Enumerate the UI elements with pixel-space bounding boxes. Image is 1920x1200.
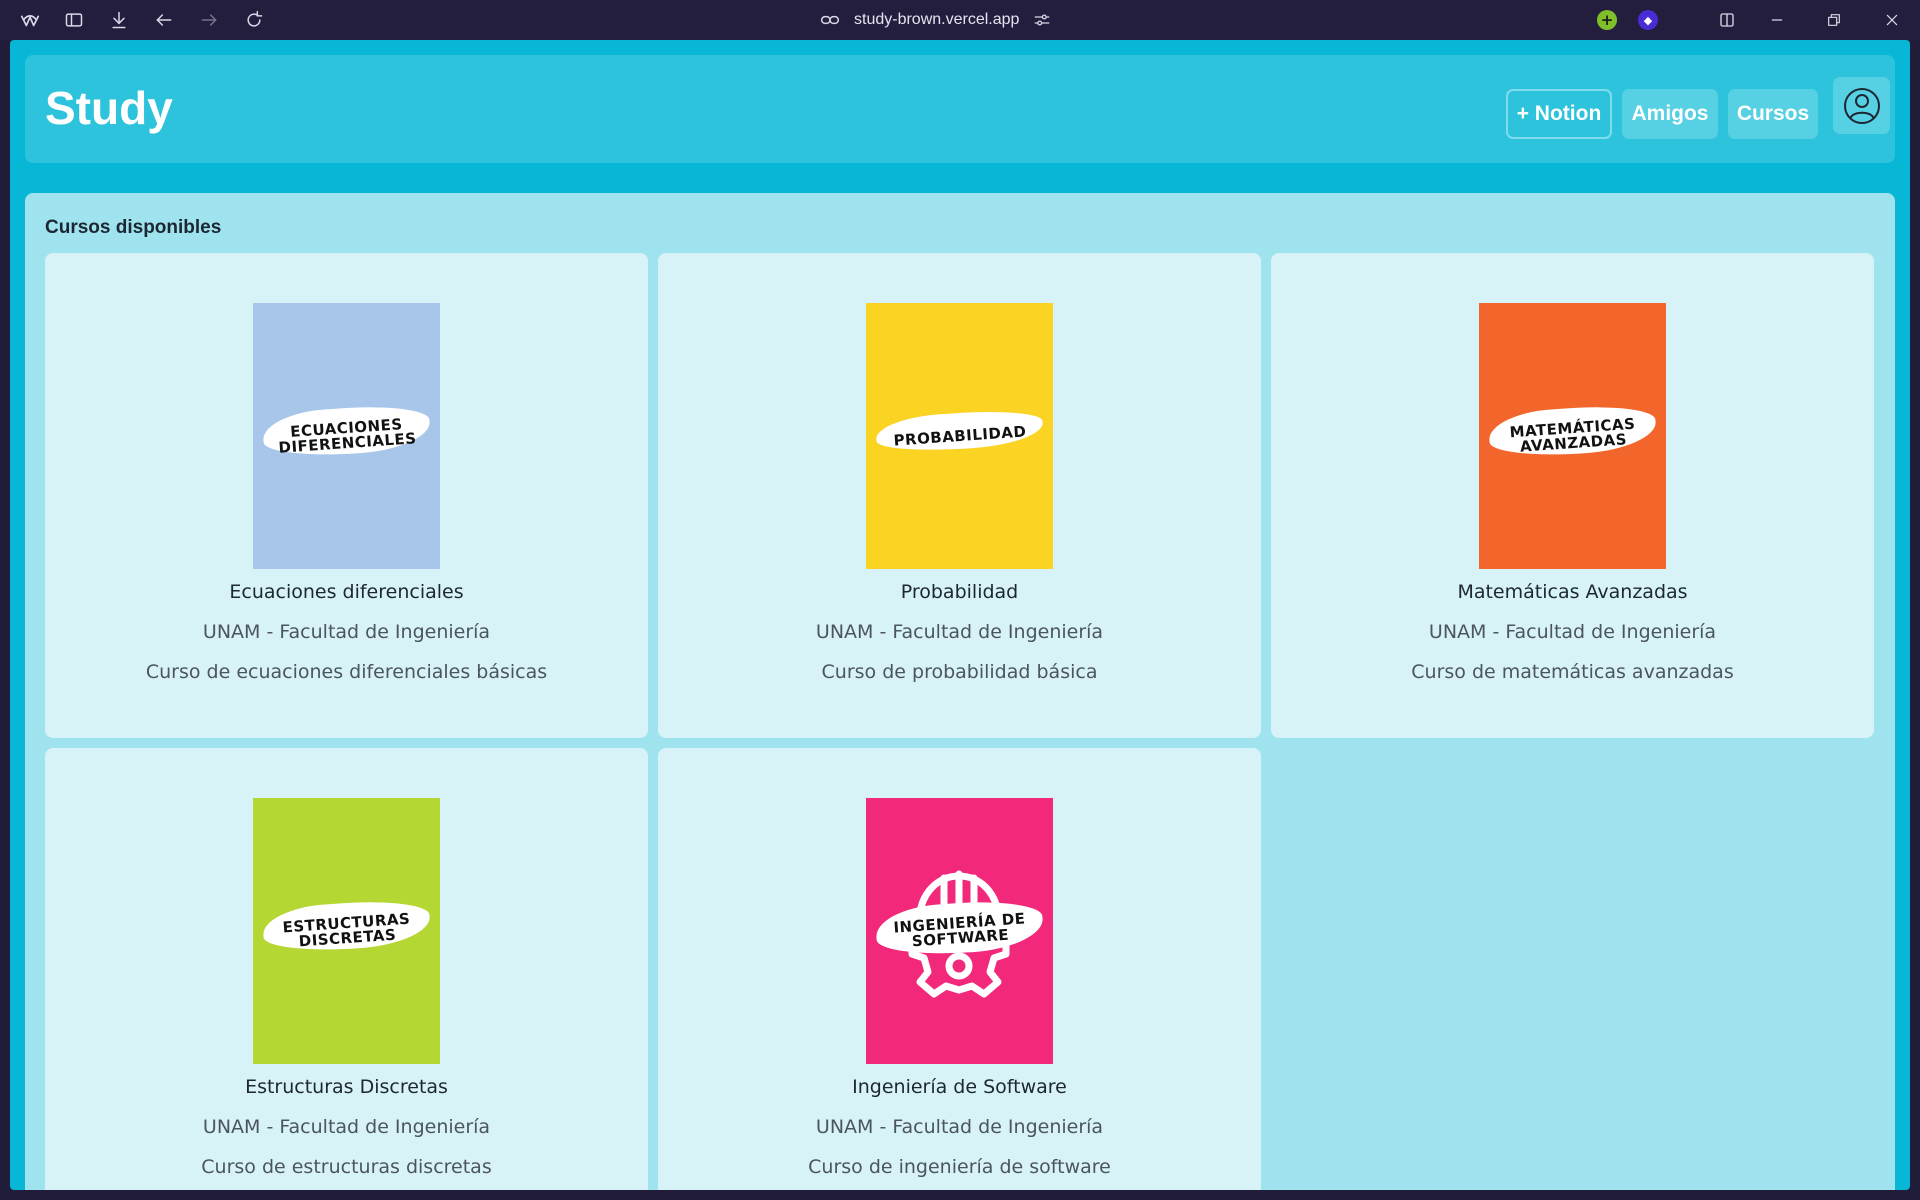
site-settings-icon[interactable]	[1033, 11, 1051, 29]
course-institution: UNAM - Facultad de Ingeniería	[202, 621, 491, 643]
course-title: Matemáticas Avanzadas	[1457, 581, 1688, 603]
course-card[interactable]: ESTRUCTURAS DISCRETAS Estructuras Discre…	[45, 748, 648, 1190]
url-text[interactable]: study-brown.vercel.app	[854, 11, 1019, 29]
browser-logo-icon[interactable]	[18, 8, 42, 32]
extension-add-icon[interactable]: +	[1597, 10, 1617, 30]
course-card[interactable]: MATEMÁTICAS AVANZADAS Matemáticas Avanza…	[1271, 253, 1874, 738]
restore-icon[interactable]	[1822, 8, 1846, 32]
split-view-icon[interactable]	[1715, 8, 1739, 32]
cover-label: ESTRUCTURAS DISCRETAS	[281, 909, 411, 951]
course-cover: PROBABILIDAD	[866, 303, 1053, 569]
course-card[interactable]: PROBABILIDAD Probabilidad UNAM - Faculta…	[658, 253, 1261, 738]
minimize-icon[interactable]	[1765, 8, 1789, 32]
reload-icon[interactable]	[242, 8, 266, 32]
back-arrow-icon[interactable]	[152, 8, 176, 32]
courses-section: Cursos disponibles ECUACIONES DIFERENCIA…	[25, 193, 1895, 1190]
course-institution: UNAM - Facultad de Ingeniería	[815, 621, 1104, 643]
course-cover: INGENIERÍA DE SOFTWARE	[866, 798, 1053, 1064]
forward-arrow-icon[interactable]	[197, 8, 221, 32]
course-institution: UNAM - Facultad de Ingeniería	[202, 1116, 491, 1138]
course-title: Ingeniería de Software	[852, 1076, 1067, 1098]
address-bar[interactable]: study-brown.vercel.app	[820, 8, 1051, 32]
sidebar-toggle-icon[interactable]	[62, 8, 86, 32]
cover-label: MATEMÁTICAS AVANZADAS	[1508, 414, 1636, 456]
profile-button[interactable]	[1833, 77, 1890, 134]
friends-button[interactable]: Amigos	[1622, 89, 1718, 139]
course-card[interactable]: INGENIERÍA DE SOFTWARE Ingeniería de Sof…	[658, 748, 1261, 1190]
course-description: Curso de ecuaciones diferenciales básica…	[145, 661, 548, 683]
courses-button[interactable]: Cursos	[1728, 89, 1818, 139]
course-title: Estructuras Discretas	[245, 1076, 448, 1098]
course-title: Probabilidad	[900, 581, 1019, 603]
close-icon[interactable]	[1880, 8, 1904, 32]
user-avatar-icon	[1843, 87, 1880, 124]
section-title: Cursos disponibles	[45, 217, 222, 238]
course-institution: UNAM - Facultad de Ingeniería	[1428, 621, 1717, 643]
cover-label: ECUACIONES DIFERENCIALES	[277, 415, 417, 457]
course-cover: ESTRUCTURAS DISCRETAS	[253, 798, 440, 1064]
course-description: Curso de matemáticas avanzadas	[1411, 661, 1734, 683]
add-notion-button[interactable]: + Notion	[1506, 89, 1612, 139]
download-icon[interactable]	[107, 8, 131, 32]
course-description: Curso de probabilidad básica	[821, 661, 1098, 683]
course-institution: UNAM - Facultad de Ingeniería	[815, 1116, 1104, 1138]
course-card[interactable]: ECUACIONES DIFERENCIALES Ecuaciones dife…	[45, 253, 648, 738]
course-description: Curso de ingeniería de software	[808, 1156, 1111, 1178]
page-viewport: Study + Notion Amigos Cursos Cursos disp…	[10, 40, 1910, 1190]
browser-toolbar: study-brown.vercel.app + ◆	[0, 0, 1920, 40]
course-cover: ECUACIONES DIFERENCIALES	[253, 303, 440, 569]
course-cover: MATEMÁTICAS AVANZADAS	[1479, 303, 1666, 569]
app-header: Study + Notion Amigos Cursos	[25, 55, 1895, 163]
extension-diamond-icon[interactable]: ◆	[1638, 10, 1658, 30]
brand-title[interactable]: Study	[45, 81, 173, 135]
course-description: Curso de estructuras discretas	[201, 1156, 492, 1178]
link-icon	[820, 10, 840, 30]
course-title: Ecuaciones diferenciales	[229, 581, 464, 603]
